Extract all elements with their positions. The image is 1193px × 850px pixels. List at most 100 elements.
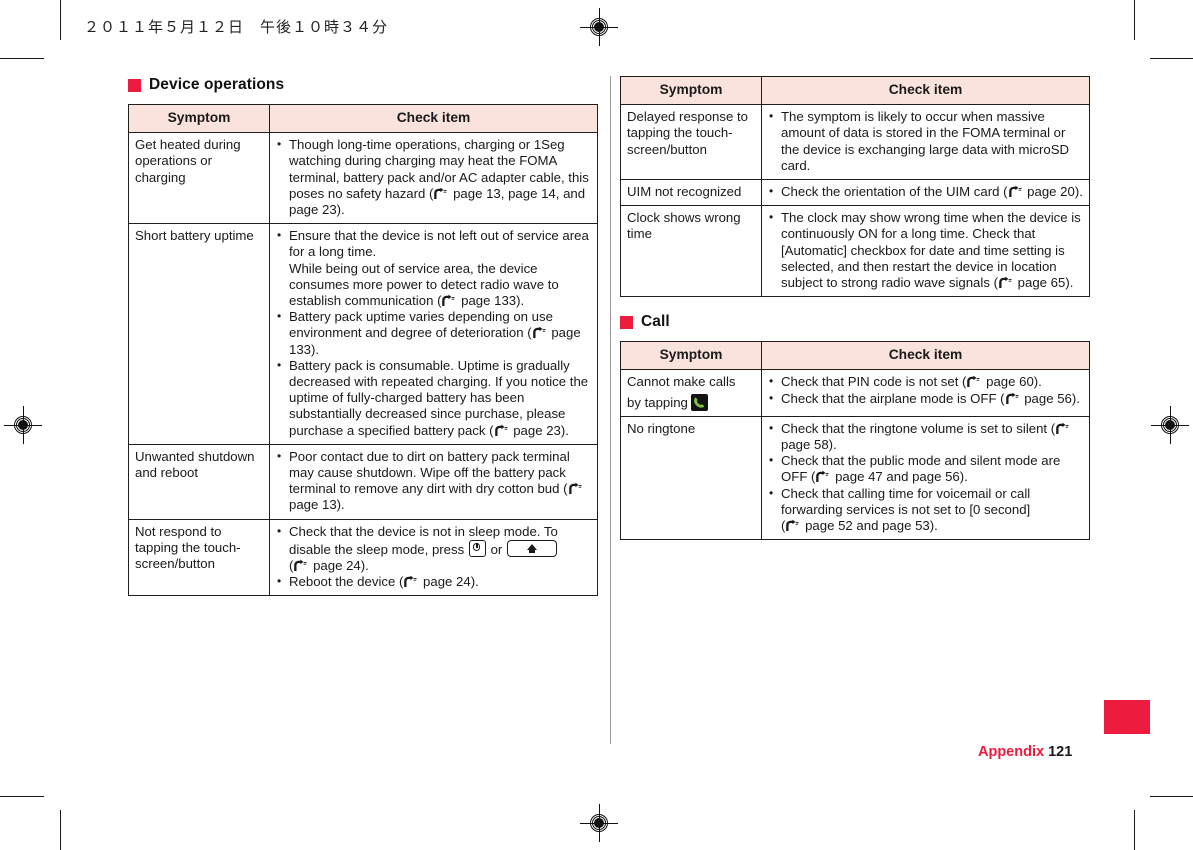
column-header-check-item: Check item bbox=[761, 341, 1090, 371]
list-item: Check that the public mode and silent mo… bbox=[768, 452, 1083, 485]
list-item: Reboot the device ( page 24). bbox=[276, 573, 591, 590]
home-key-icon bbox=[506, 539, 557, 557]
registration-mark-top bbox=[580, 8, 618, 46]
power-key-icon bbox=[468, 539, 486, 557]
list-item: Check that the airplane mode is OFF ( pa… bbox=[768, 390, 1083, 407]
check-item-list: Check that PIN code is not set ( page 60… bbox=[768, 373, 1083, 407]
list-item: Check the orientation of the UIM card ( … bbox=[768, 183, 1083, 200]
list-item: Poor contact due to dirt on battery pack… bbox=[276, 448, 591, 514]
crop-mark-top-left-h bbox=[0, 58, 44, 60]
section-heading-call: Call bbox=[620, 313, 1090, 331]
page-reference-icon bbox=[1005, 392, 1020, 405]
table-row: UIM not recognized Check the orientation… bbox=[620, 179, 1090, 207]
call-table: Symptom Check item Cannot make calls by … bbox=[620, 341, 1090, 541]
list-item: Battery pack uptime varies depending on … bbox=[276, 308, 591, 358]
table-header-row: Symptom Check item bbox=[620, 341, 1090, 371]
check-item-cell: Check that the device is not in sleep mo… bbox=[269, 518, 598, 597]
symptom-cell: Not respond to tapping the touch-screen/… bbox=[128, 518, 270, 597]
table-header-row: Symptom Check item bbox=[128, 103, 598, 134]
left-column: Device operations Symptom Check item Get… bbox=[128, 76, 598, 597]
symptom-cell: Short battery uptime bbox=[128, 223, 270, 445]
column-header-symptom: Symptom bbox=[128, 103, 270, 134]
section-title: Device operations bbox=[149, 76, 285, 93]
check-item-cell: Poor contact due to dirt on battery pack… bbox=[269, 443, 598, 520]
check-item-list: The symptom is likely to occur when mass… bbox=[768, 108, 1083, 174]
device-operations-table: Symptom Check item Get heated during ope… bbox=[128, 103, 598, 597]
symptom-cell: Delayed response to tapping the touch-sc… bbox=[620, 104, 762, 181]
page-footer: Appendix 121 bbox=[978, 744, 1072, 760]
list-item: Check that the ringtone volume is set to… bbox=[768, 420, 1083, 453]
symptom-cell: Get heated during operations or charging bbox=[128, 132, 270, 225]
list-item: The clock may show wrong time when the d… bbox=[768, 209, 1083, 291]
check-item-list: Check that the device is not in sleep mo… bbox=[276, 523, 591, 591]
symptom-line-1: Cannot make calls bbox=[627, 374, 736, 390]
check-item-list: Check the orientation of the UIM card ( … bbox=[768, 183, 1083, 200]
page-reference-icon bbox=[403, 575, 418, 588]
column-header-check-item: Check item bbox=[761, 75, 1090, 106]
phone-call-icon bbox=[690, 393, 708, 411]
registration-mark-left bbox=[4, 406, 42, 444]
red-square-bullet-icon bbox=[620, 315, 633, 329]
table-row: Cannot make calls by tapping Check that … bbox=[620, 369, 1090, 417]
table-row: Short battery uptime Ensure that the dev… bbox=[128, 223, 598, 445]
symptom-cell: No ringtone bbox=[620, 415, 762, 541]
crop-mark-top-right-v bbox=[1134, 0, 1136, 40]
check-item-cell: Ensure that the device is not left out o… bbox=[269, 223, 598, 445]
device-operations-table-continued: Symptom Check item Delayed response to t… bbox=[620, 75, 1090, 298]
section-heading-device-operations: Device operations bbox=[128, 76, 598, 94]
list-item: Though long-time operations, charging or… bbox=[276, 136, 591, 218]
page-reference-icon bbox=[532, 326, 547, 339]
page-reference-icon bbox=[293, 559, 308, 572]
table-row: Not respond to tapping the touch-screen/… bbox=[128, 518, 598, 597]
crop-mark-top-left-v bbox=[60, 0, 62, 40]
crop-mark-bottom-right-h bbox=[1150, 796, 1193, 798]
list-item: Check that PIN code is not set ( page 60… bbox=[768, 373, 1083, 390]
symptom-cell: Unwanted shutdown and reboot bbox=[128, 443, 270, 520]
page-reference-icon bbox=[494, 424, 509, 437]
check-item-list: Check that the ringtone volume is set to… bbox=[768, 420, 1083, 534]
manual-page: ２０１１年５月１２日 午後１０時３４分 Device operations Sy… bbox=[0, 0, 1193, 850]
list-item: The symptom is likely to occur when mass… bbox=[768, 108, 1083, 174]
check-item-cell: Check that the ringtone volume is set to… bbox=[761, 415, 1090, 541]
page-tab-marker bbox=[1104, 700, 1150, 734]
page-reference-icon bbox=[815, 470, 830, 483]
check-item-cell: Check the orientation of the UIM card ( … bbox=[761, 179, 1090, 207]
page-reference-icon bbox=[1055, 422, 1070, 435]
list-item: Battery pack is consumable. Uptime is gr… bbox=[276, 357, 591, 439]
crop-mark-top-right-h bbox=[1150, 58, 1193, 60]
page-reference-icon bbox=[441, 294, 456, 307]
table-row: Unwanted shutdown and reboot Poor contac… bbox=[128, 443, 598, 520]
registration-mark-right bbox=[1151, 406, 1189, 444]
check-item-list: Though long-time operations, charging or… bbox=[276, 136, 591, 218]
table-row: Get heated during operations or charging… bbox=[128, 132, 598, 225]
page-reference-icon bbox=[1008, 185, 1023, 198]
table-row: Clock shows wrong time The clock may sho… bbox=[620, 205, 1090, 298]
print-datestamp: ２０１１年５月１２日 午後１０時３４分 bbox=[84, 18, 389, 36]
column-header-symptom: Symptom bbox=[620, 341, 762, 371]
list-item: Check that the device is not in sleep mo… bbox=[276, 523, 591, 575]
table-row: Delayed response to tapping the touch-sc… bbox=[620, 104, 1090, 181]
symptom-cell: Clock shows wrong time bbox=[620, 205, 762, 298]
page-reference-icon bbox=[966, 375, 981, 388]
section-title: Call bbox=[641, 313, 670, 331]
check-item-list: Ensure that the device is not left out o… bbox=[276, 227, 591, 439]
column-header-check-item: Check item bbox=[269, 103, 598, 134]
registration-mark-bottom bbox=[580, 804, 618, 842]
table-row: No ringtone Check that the ringtone volu… bbox=[620, 415, 1090, 541]
list-item: Ensure that the device is not left out o… bbox=[276, 227, 591, 309]
crop-mark-bottom-right-v bbox=[1134, 810, 1136, 850]
page-reference-icon bbox=[998, 276, 1013, 289]
crop-mark-bottom-left-h bbox=[0, 796, 44, 798]
page-reference-icon bbox=[785, 519, 800, 532]
symptom-cell: Cannot make calls by tapping bbox=[620, 369, 762, 417]
check-item-cell: The symptom is likely to occur when mass… bbox=[761, 104, 1090, 181]
red-square-bullet-icon bbox=[128, 78, 141, 92]
check-item-list: Poor contact due to dirt on battery pack… bbox=[276, 448, 591, 514]
right-column: Symptom Check item Delayed response to t… bbox=[620, 75, 1090, 541]
symptom-cell: UIM not recognized bbox=[620, 179, 762, 207]
page-reference-icon bbox=[568, 482, 583, 495]
table-header-row: Symptom Check item bbox=[620, 75, 1090, 106]
symptom-line-2: by tapping bbox=[627, 393, 755, 411]
crop-mark-bottom-left-v bbox=[60, 810, 62, 850]
check-item-cell: Check that PIN code is not set ( page 60… bbox=[761, 369, 1090, 417]
